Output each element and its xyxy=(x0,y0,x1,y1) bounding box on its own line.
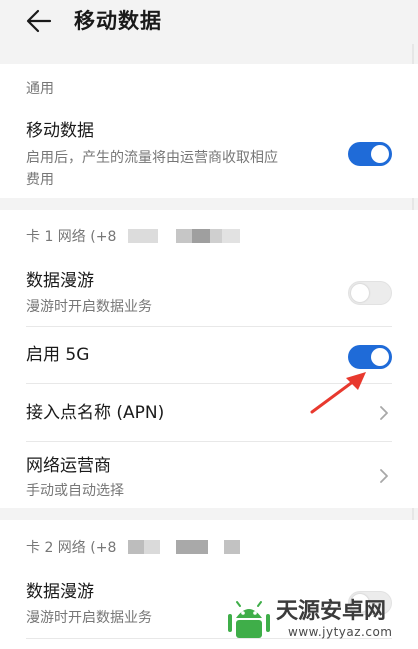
divider xyxy=(26,441,392,442)
section-header-sim2: 卡 2 网络 (+8 xyxy=(26,540,117,556)
enable-5g-title: 启用 5G xyxy=(26,345,90,365)
redacted-phone-number xyxy=(210,229,222,243)
data-roaming-title: 数据漫游 xyxy=(26,271,94,291)
carrier-summary: 手动或自动选择 xyxy=(26,483,124,499)
data-roaming-title: 数据漫游 xyxy=(26,582,94,602)
chevron-right-icon xyxy=(380,469,388,483)
general-card: 通用 移动数据 启用后，产生的流量将由运营商收取相应 费用 xyxy=(0,64,418,198)
redacted-phone-number xyxy=(128,540,144,554)
switch-knob xyxy=(371,145,389,163)
divider xyxy=(26,326,392,327)
redacted-phone-number xyxy=(222,229,240,243)
data-roaming-summary: 漫游时开启数据业务 xyxy=(26,299,152,315)
watermark: 天源安卓网 www.jytyaz.com xyxy=(226,598,414,644)
app-bar: 移动数据 xyxy=(0,0,418,44)
chevron-right-icon xyxy=(380,406,388,420)
mobile-data-summary-line1: 启用后，产生的流量将由运营商收取相应 xyxy=(26,150,278,166)
watermark-text: 天源安卓网 xyxy=(276,599,387,624)
redacted-phone-number xyxy=(176,540,208,554)
section-header-general: 通用 xyxy=(26,81,54,97)
redacted-phone-number xyxy=(192,229,210,243)
switch-knob xyxy=(371,348,389,366)
sim1-network-card: 卡 1 网络 (+8 数据漫游 漫游时开启数据业务 启用 5G 接入点名称 (A… xyxy=(0,210,418,508)
data-roaming-switch[interactable] xyxy=(348,281,392,305)
watermark-url: www.jytyaz.com xyxy=(288,625,393,639)
android-logo-icon xyxy=(228,601,270,638)
carrier-title: 网络运营商 xyxy=(26,456,111,476)
redacted-phone-number xyxy=(176,229,192,243)
data-roaming-summary: 漫游时开启数据业务 xyxy=(26,610,152,626)
arrow-left-icon[interactable] xyxy=(26,8,52,34)
redacted-phone-number xyxy=(144,540,160,554)
mobile-data-summary-line2: 费用 xyxy=(26,172,54,188)
page-title: 移动数据 xyxy=(74,9,162,33)
redacted-phone-number xyxy=(224,540,240,554)
mobile-data-title: 移动数据 xyxy=(26,121,94,141)
redacted-phone-number xyxy=(128,229,158,243)
annotation-arrow-icon xyxy=(310,372,366,414)
section-header-sim1: 卡 1 网络 (+8 xyxy=(26,229,117,245)
apn-title: 接入点名称 (APN) xyxy=(26,403,165,423)
switch-knob xyxy=(351,284,369,302)
mobile-data-switch[interactable] xyxy=(348,142,392,166)
